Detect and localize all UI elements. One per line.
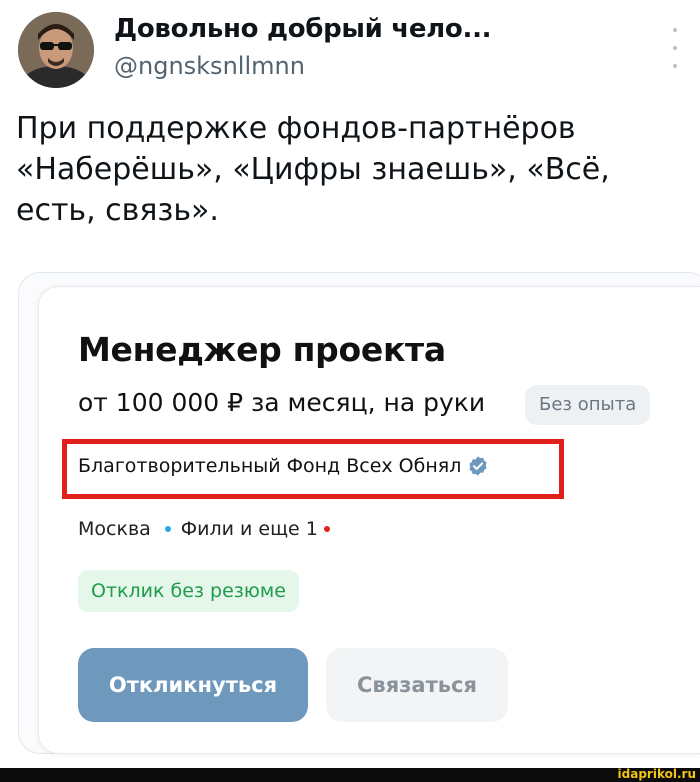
- watermark: idaprikol.ru: [617, 767, 696, 781]
- tweet-header: Довольно добрый чело... @ngnsksnllmnn: [10, 8, 690, 88]
- contact-button[interactable]: Связаться: [326, 648, 508, 722]
- verified-icon: [467, 455, 489, 477]
- author-name[interactable]: Довольно добрый чело...: [114, 14, 492, 44]
- author-handle[interactable]: @ngnsksnllmnn: [114, 52, 305, 80]
- respond-button[interactable]: Откликнуться: [78, 648, 308, 722]
- city-label: Москва: [78, 518, 151, 540]
- vacancy-salary: от 100 000 ₽ за месяц, на руки: [78, 388, 486, 417]
- company-name[interactable]: Благотворительный Фонд Всех Обнял: [78, 455, 489, 477]
- vacancy-location: Москва Фили и еще 1: [78, 518, 330, 540]
- tweet-text: При поддержке фондов-партнёров «Наберёшь…: [16, 111, 610, 228]
- more-options-icon[interactable]: [668, 28, 682, 68]
- metro-line-dot-red: [323, 526, 330, 532]
- metro-line-dot-blue: [164, 526, 171, 532]
- avatar[interactable]: [18, 12, 94, 88]
- metro-label[interactable]: Фили и еще 1: [181, 518, 318, 540]
- experience-badge: Без опыта: [525, 385, 651, 425]
- vacancy-title[interactable]: Менеджер проекта: [78, 330, 446, 369]
- no-resume-tag: Отклик без резюме: [78, 570, 299, 612]
- bottom-bar: [0, 768, 700, 782]
- company-name-label: Благотворительный Фонд Всех Обнял: [78, 455, 462, 477]
